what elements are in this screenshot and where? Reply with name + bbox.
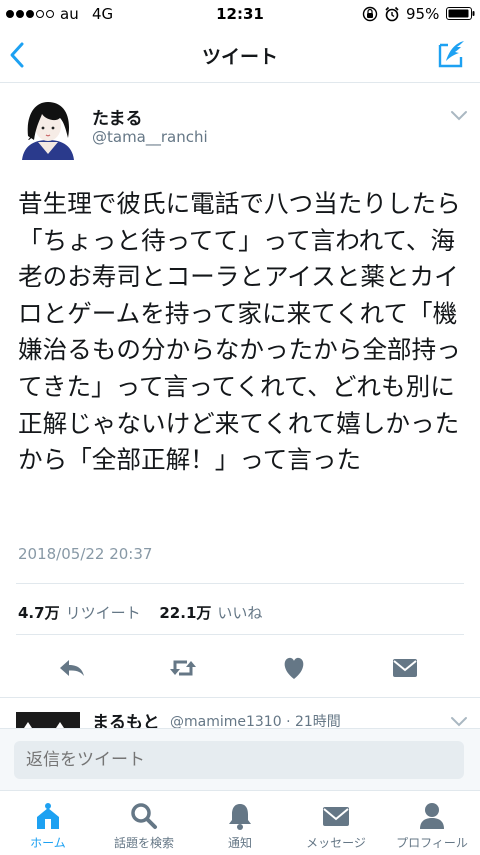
battery-percent: 95% — [406, 5, 440, 23]
search-icon — [131, 803, 157, 829]
reply-icon — [60, 660, 84, 676]
retweet-stat[interactable]: 4.7万 リツイート — [18, 604, 145, 622]
like-stat[interactable]: 22.1万 いいね — [159, 604, 262, 622]
reply-input[interactable] — [14, 741, 464, 779]
battery-icon — [446, 7, 475, 20]
retweet-icon — [170, 660, 196, 676]
tab-messages[interactable]: メッセージ — [288, 791, 384, 855]
bell-icon — [229, 804, 251, 830]
tab-label: 通知 — [227, 836, 252, 850]
envelope-icon — [323, 807, 349, 826]
tweet-text: 昔生理で彼氏に電話で八つ当たりしたら「ちょっと待ってて」って言われて、海老のお寿… — [18, 189, 461, 475]
direct-message-button[interactable] — [383, 650, 427, 686]
alarm-icon — [385, 6, 399, 22]
envelope-icon — [393, 659, 417, 677]
author-handle[interactable]: @tama__ranchi — [92, 128, 208, 146]
author-name[interactable]: たまる — [92, 104, 143, 129]
tab-bar: ホーム 話題を検索 通知 メッセージ プロフィール — [0, 790, 480, 855]
tweet-stats: 4.7万 リツイート 22.1万 いいね — [18, 602, 262, 623]
retweet-label: リツイート — [65, 604, 141, 622]
tweet-timestamp: 2018/05/22 20:37 — [18, 545, 153, 563]
reply-composer — [0, 728, 480, 791]
reply-button[interactable] — [50, 650, 94, 686]
status-bar: au 4G 12:31 95% — [0, 0, 480, 28]
divider — [16, 583, 464, 584]
retweet-count: 4.7万 — [18, 604, 60, 622]
like-label: いいね — [217, 604, 263, 622]
tab-search[interactable]: 話題を検索 — [96, 791, 192, 855]
divider — [0, 697, 480, 698]
chevron-down-icon[interactable] — [450, 716, 468, 728]
home-icon — [37, 803, 59, 829]
tab-label: メッセージ — [306, 836, 366, 850]
compose-tweet-icon[interactable] — [437, 39, 467, 69]
divider — [16, 634, 464, 635]
tab-notifications[interactable]: 通知 — [192, 791, 288, 855]
navigation-bar: ツイート — [0, 28, 480, 83]
retweet-button[interactable] — [161, 650, 205, 686]
rotation-lock-icon — [362, 6, 378, 22]
heart-icon — [284, 657, 304, 679]
like-count: 22.1万 — [159, 604, 212, 622]
tab-label: ホーム — [30, 836, 66, 850]
avatar[interactable] — [16, 96, 80, 160]
tab-label: プロフィール — [396, 836, 468, 850]
page-title: ツイート — [201, 46, 278, 68]
tab-profile[interactable]: プロフィール — [384, 791, 480, 855]
tab-home[interactable]: ホーム — [0, 791, 96, 855]
chevron-down-icon[interactable] — [450, 110, 468, 122]
like-button[interactable] — [272, 650, 316, 686]
reply-avatar[interactable] — [16, 712, 80, 728]
tab-label: 話題を検索 — [113, 836, 174, 850]
person-icon — [420, 803, 444, 829]
